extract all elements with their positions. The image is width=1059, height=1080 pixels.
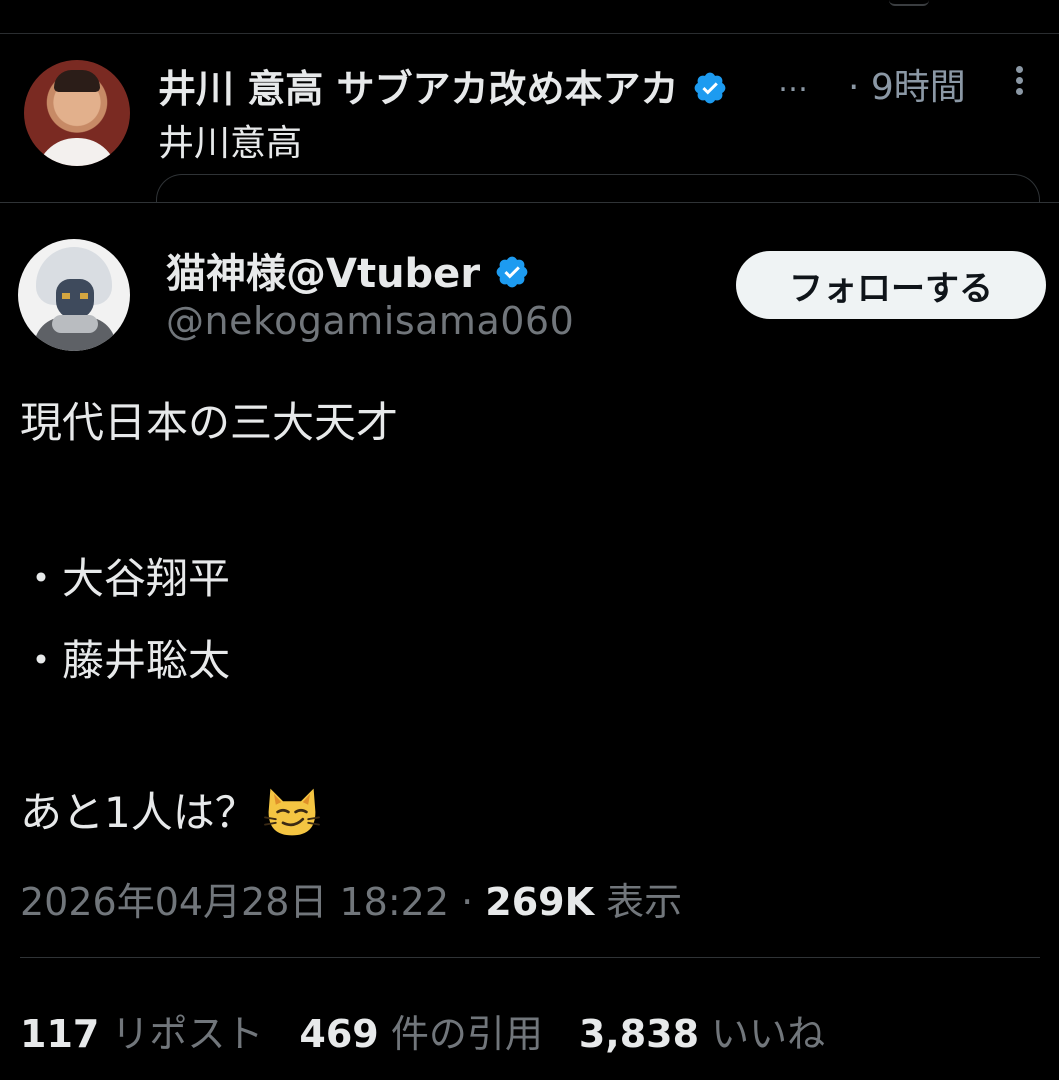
reposts-label: リポスト [99,1012,264,1056]
reposts-stat[interactable]: 117 リポスト [20,1012,263,1056]
likes-label: いいね [699,1012,826,1056]
cat-smirk-icon [263,788,320,835]
verified-badge-icon [496,256,528,288]
follow-button[interactable]: フォローする [736,251,1046,319]
tweet-text-line: ・大谷翔平 [20,554,231,603]
previous-item-edge [0,0,1059,34]
previous-item-sliver [889,0,929,6]
reply-text: 井川意高 [158,123,303,164]
tweet-text-line-with-emoji: あと1人は？ [20,779,321,843]
likes-stat[interactable]: 3,838 いいね [579,1012,825,1056]
avatar-face [56,279,94,319]
reposts-count: 117 [20,1012,100,1056]
tweet-text-line: ・藤井聡太 [20,636,231,685]
tweet-meta: 2026年04月28日 18:22 · 269K 表示 [20,871,682,926]
views-count: 269K [485,880,595,924]
author-name-text: 猫神様@Vtuber [166,251,481,297]
reply-author-name-text: 井川 意高 サブアカ改め本アカ [158,67,679,111]
avatar-scarf [52,315,98,333]
tweet-page: 井川 意高 サブアカ改め本アカ … · 9時間 井川意高 猫神様@Vtuber [0,0,1059,1080]
quotes-count: 469 [299,1012,379,1056]
reply-avatar[interactable] [24,60,130,166]
more-options-icon[interactable] [1004,62,1034,102]
tweet-timestamp[interactable]: 2026年04月28日 18:22 · [20,880,485,924]
author-avatar[interactable] [18,239,130,351]
reply-avatar-hair [54,70,100,92]
verified-badge-icon [694,72,726,103]
tweet-text-last: あと1人は？ [20,788,257,837]
author-handle[interactable]: @nekogamisama060 [166,299,574,343]
views-label: 表示 [594,880,683,924]
likes-count: 3,838 [578,1012,700,1056]
reply-name-ellipsis: … [778,64,808,99]
tweet-stats: 117 リポスト 469 件の引用 3,838 いいね [20,1003,825,1058]
tweet-text-line: 現代日本の三大天才 [20,398,399,447]
reply-author-name[interactable]: 井川 意高 サブアカ改め本アカ [158,58,728,113]
reply-tweet[interactable]: 井川 意高 サブアカ改め本アカ … · 9時間 井川意高 [0,34,1059,214]
reply-avatar-shirt [36,138,118,166]
divider [20,957,1040,958]
quoted-tweet-card: 猫神様@Vtuber @nekogamisama060 フォローする 現代日本の… [0,202,1059,1080]
author-name[interactable]: 猫神様@Vtuber [166,241,530,299]
reply-time[interactable]: · 9時間 [848,58,966,110]
quotes-stat[interactable]: 469 件の引用 [299,1012,542,1056]
avatar-eyes [62,293,88,299]
quotes-label: 件の引用 [378,1012,543,1056]
